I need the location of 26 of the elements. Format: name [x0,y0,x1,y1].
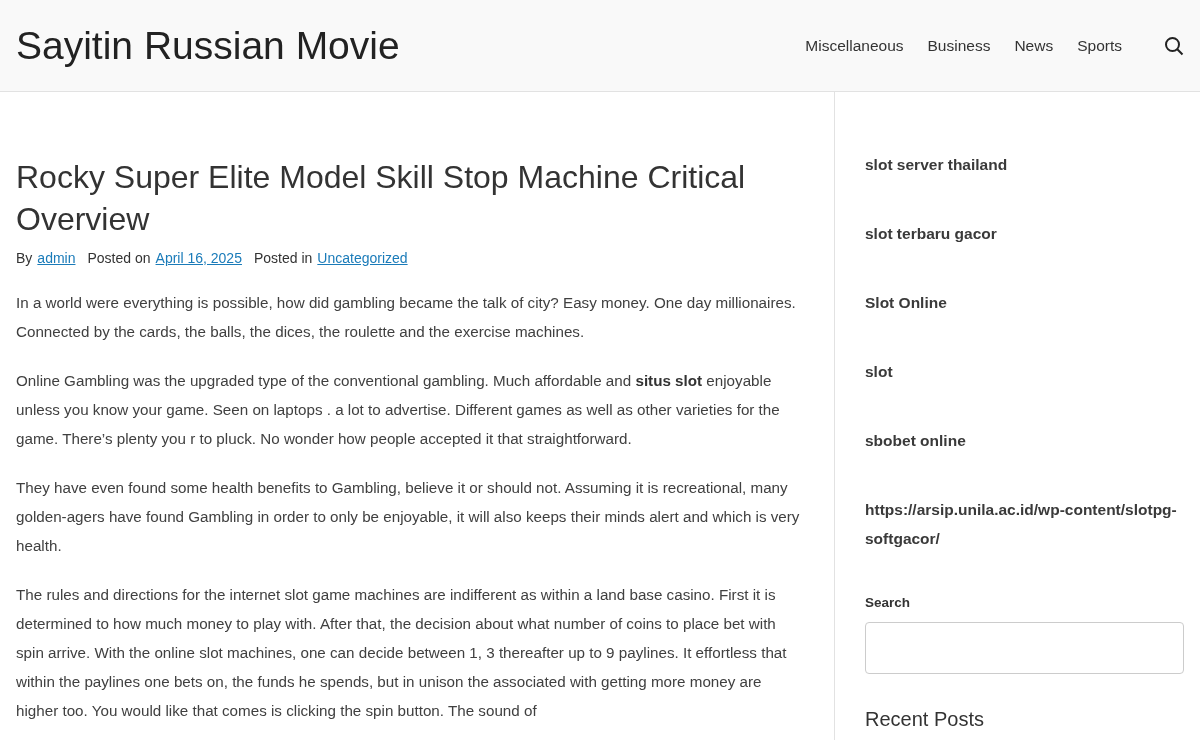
nav-link[interactable]: News [1014,36,1054,55]
sidebar-link[interactable]: slot server thailand [865,150,1184,179]
site-title[interactable]: Sayitin Russian Movie [16,23,806,68]
paragraph: Online Gambling was the upgraded type of the conventional gambling. Much affordable and situs slot enjoyable unless you know your game. Seen on laptops . a lot to advertise. Different games as well as other varieties for the game. There’s plenty you r to pluck. No wonder how people accepted it that straightforward. [16,371,781,449]
meta-link[interactable]: admin [37,250,76,266]
paragraph: In a world were everything is possible, how did gambling became the talk of city? Easy money. One day millionaires. Connected by the cards, the balls, the dices, the roulette and the exercise machines. [16,293,797,342]
meta-link[interactable]: April 16, 2025 [155,250,242,266]
section-heading: Recent Posts [865,708,985,731]
nav-link[interactable]: Business [927,36,991,55]
sidebar-link[interactable]: sbobet online [865,426,1184,455]
paragraph: They have even found some health benefits to Gambling, believe it or should not. Assuming it is recreational, many golden-agers have found Gambling in order to only be enjoyable, it will also keeps their minds alert and which is very health. [16,478,801,556]
sidebar-link[interactable]: Slot Online [865,288,1184,317]
sidebar-link[interactable]: https://arsip.unila.ac.id/wp-content/slotpg-softgacor/ [865,495,1184,553]
meta-link[interactable]: Uncategorized [317,250,408,266]
post-title: Rocky Super Elite Model Skill Stop Machine Critical Overview [16,158,747,239]
meta-label: By [16,250,33,266]
search-label: Search [865,595,912,610]
meta-label: Posted on [87,250,151,266]
nav-link[interactable]: Miscellaneous [805,36,904,55]
meta-label: Posted in [253,250,313,266]
search-icon[interactable] [1164,35,1184,56]
sidebar-link[interactable]: slot [865,357,1184,386]
paragraph: The rules and directions for the internet slot game machines are indifferent as within a land base casino. First it is determined to how much money to play with. After that, the decision about what number of coins to place bet with spin arrive. With the online slot machines, one can decide between 1, 3 thereafter up to 9 paylines. It effortless that within the paylines one bets on, the funds he spends, but in unison the associated with getting more money are higher too. You would like that comes is clicking the spin button. The sound of [16,585,788,721]
nav-link[interactable]: Sports [1077,36,1122,55]
sidebar-link[interactable]: slot terbaru gacor [865,219,1184,248]
search-field[interactable] [865,622,1184,674]
